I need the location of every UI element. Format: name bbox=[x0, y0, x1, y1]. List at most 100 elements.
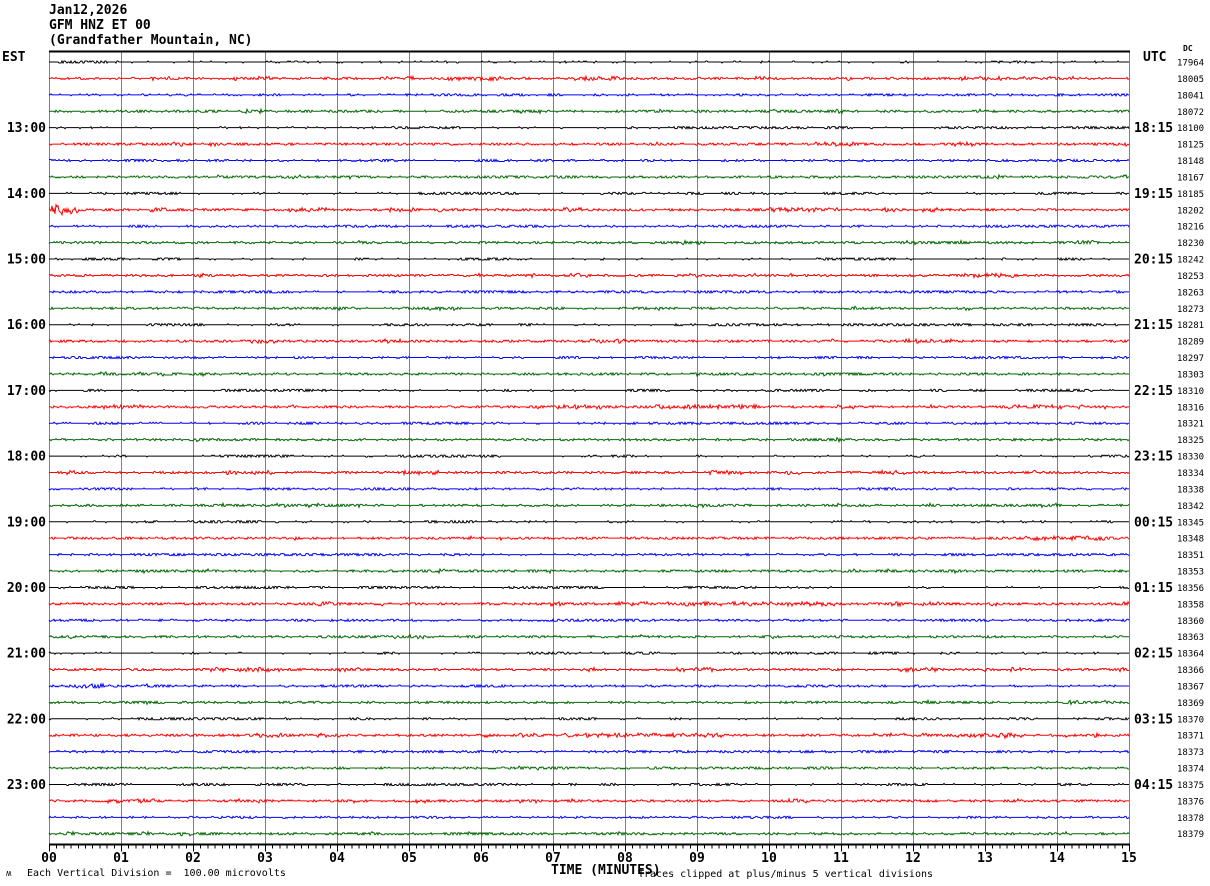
dc-value: 18253 bbox=[1177, 272, 1204, 282]
dc-value: 18374 bbox=[1177, 765, 1204, 775]
dc-value: 18263 bbox=[1177, 288, 1204, 298]
dc-value: 18348 bbox=[1177, 535, 1204, 545]
dc-value: 18273 bbox=[1177, 305, 1204, 315]
dc-value: 18353 bbox=[1177, 568, 1204, 578]
dc-value: 18202 bbox=[1177, 206, 1204, 216]
seismo-trace bbox=[48, 486, 1129, 492]
est-time-label: 20:00 bbox=[7, 581, 46, 596]
seismo-trace bbox=[48, 618, 1130, 623]
dc-value: 18360 bbox=[1177, 617, 1204, 627]
dc-value: 18363 bbox=[1177, 633, 1204, 643]
utc-time-label: 23:15 bbox=[1134, 450, 1173, 465]
dc-value: 18148 bbox=[1177, 157, 1204, 167]
seismo-trace bbox=[49, 371, 1129, 378]
dc-value: 18376 bbox=[1177, 797, 1204, 807]
seismo-trace bbox=[49, 224, 1130, 229]
seismo-trace bbox=[49, 468, 1130, 477]
est-time-label: 23:00 bbox=[7, 778, 46, 793]
seismo-trace bbox=[48, 765, 1129, 771]
dc-value: 18373 bbox=[1177, 748, 1204, 758]
est-time-label: 15:00 bbox=[7, 253, 46, 268]
utc-time-label: 01:15 bbox=[1134, 581, 1173, 596]
seismo-trace bbox=[49, 585, 1129, 590]
seismo-trace bbox=[49, 59, 1129, 65]
seismo-trace bbox=[48, 633, 1129, 640]
x-axis-tick-label: 03 bbox=[257, 851, 273, 866]
utc-time-label: 03:15 bbox=[1134, 712, 1173, 727]
x-axis-tick-label: 12 bbox=[905, 851, 921, 866]
x-axis-tick-label: 14 bbox=[1049, 851, 1065, 866]
dc-value: 18330 bbox=[1177, 453, 1204, 463]
seismo-trace bbox=[48, 731, 1130, 740]
watermark-glyph: ʍ bbox=[6, 869, 12, 879]
dc-value: 18334 bbox=[1177, 469, 1204, 479]
seismo-trace bbox=[49, 92, 1129, 97]
dc-value: 18303 bbox=[1177, 370, 1204, 380]
dc-value: 18351 bbox=[1177, 551, 1204, 561]
dc-value: 18378 bbox=[1177, 814, 1204, 824]
seismo-trace bbox=[48, 830, 1130, 837]
est-time-label: 16:00 bbox=[7, 318, 46, 333]
dc-value: 18338 bbox=[1177, 485, 1204, 495]
est-time-label: 17:00 bbox=[7, 384, 46, 399]
dc-value: 18281 bbox=[1177, 321, 1204, 331]
seismo-trace bbox=[49, 289, 1129, 294]
helicorder-page: Jan12,2026 GFM HNZ ET 00 (Grandfather Mo… bbox=[0, 0, 1210, 886]
seismo-trace bbox=[48, 173, 1129, 181]
dc-value: 18375 bbox=[1177, 781, 1204, 791]
dc-value: 18041 bbox=[1177, 91, 1204, 101]
seismo-trace bbox=[49, 256, 1129, 262]
seismo-trace bbox=[49, 567, 1129, 575]
seismo-trace bbox=[48, 815, 1130, 820]
dc-value: 18167 bbox=[1177, 173, 1204, 183]
x-axis-tick-label: 04 bbox=[329, 851, 345, 866]
seismo-trace bbox=[49, 436, 1130, 444]
x-axis-tick-label: 13 bbox=[977, 851, 993, 866]
seismo-trace bbox=[49, 140, 1130, 148]
dc-value: 18358 bbox=[1177, 600, 1204, 610]
est-time-label: 18:00 bbox=[7, 450, 46, 465]
dc-value: 18321 bbox=[1177, 420, 1204, 430]
seismo-trace bbox=[49, 125, 1130, 130]
dc-value: 18316 bbox=[1177, 403, 1204, 413]
seismo-trace bbox=[49, 191, 1129, 196]
dc-value: 18185 bbox=[1177, 190, 1204, 200]
seismo-trace bbox=[48, 337, 1129, 345]
seismo-trace bbox=[49, 355, 1129, 360]
utc-time-label: 04:15 bbox=[1134, 778, 1173, 793]
dc-value: 18100 bbox=[1177, 124, 1204, 134]
seismo-trace bbox=[49, 158, 1130, 163]
scale-note: Each Vertical Division = 100.00 microvol… bbox=[27, 868, 286, 879]
x-axis-tick-label: 11 bbox=[833, 851, 849, 866]
x-axis-tick-label: 00 bbox=[41, 851, 57, 866]
utc-time-label: 02:15 bbox=[1134, 647, 1173, 662]
dc-value: 18297 bbox=[1177, 354, 1204, 364]
dc-value: 18369 bbox=[1177, 699, 1204, 709]
utc-time-label: 22:15 bbox=[1134, 384, 1173, 399]
seismo-trace bbox=[48, 651, 1129, 656]
dc-value: 18366 bbox=[1177, 666, 1204, 676]
seismo-trace bbox=[48, 716, 1130, 721]
seismo-trace bbox=[49, 107, 1130, 115]
x-axis-tick-label: 05 bbox=[401, 851, 417, 866]
utc-time-label: 00:15 bbox=[1134, 515, 1173, 530]
seismo-trace bbox=[48, 600, 1130, 608]
clip-note: Traces clipped at plus/minus 5 vertical … bbox=[638, 869, 934, 880]
seismo-trace bbox=[49, 797, 1129, 805]
dc-value: 18230 bbox=[1177, 239, 1204, 249]
dc-value: 18379 bbox=[1177, 830, 1204, 840]
est-time-label: 21:00 bbox=[7, 647, 46, 662]
seismo-trace bbox=[49, 782, 1129, 787]
seismo-trace bbox=[48, 305, 1129, 312]
x-axis-tick-label: 01 bbox=[113, 851, 129, 866]
seismo-trace bbox=[49, 322, 1129, 327]
dc-value: 18125 bbox=[1177, 141, 1204, 151]
seismo-trace bbox=[48, 698, 1129, 706]
est-time-label: 19:00 bbox=[7, 515, 46, 530]
x-axis-tick-label: 10 bbox=[761, 851, 777, 866]
utc-time-label: 19:15 bbox=[1134, 187, 1173, 202]
seismo-trace bbox=[49, 74, 1130, 83]
dc-value: 18367 bbox=[1177, 682, 1204, 692]
seismo-trace bbox=[48, 501, 1130, 509]
seismo-trace bbox=[49, 453, 1130, 459]
